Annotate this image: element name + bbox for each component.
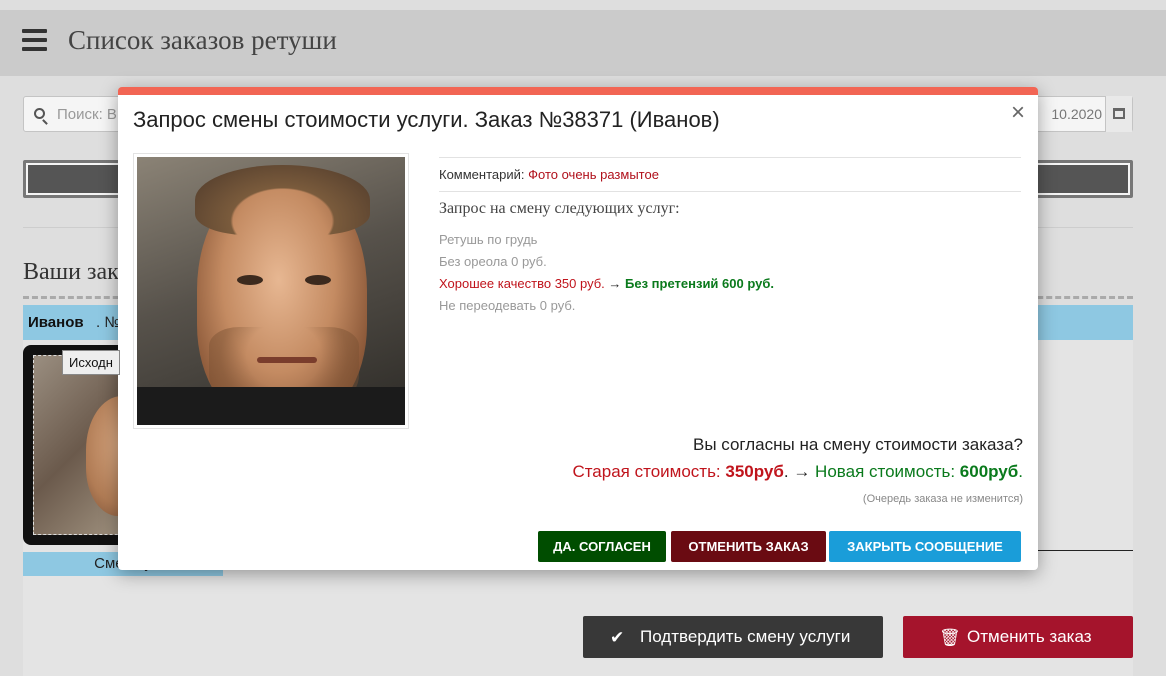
confirm-button-label: Подтвердить смену услуги (640, 627, 851, 646)
new-price-value: 600руб (959, 462, 1019, 481)
comment-label: Комментарий: (439, 167, 525, 182)
agree-button[interactable]: ДА. СОГЛАСЕН (538, 531, 666, 562)
cancel-order-button[interactable]: 🗑 Отменить заказ (903, 616, 1133, 658)
price-change-modal: Запрос смены стоимости услуги. Заказ №38… (118, 87, 1038, 570)
comment-bottom-rule (439, 191, 1021, 192)
search-icon (34, 108, 45, 119)
order-number: . № (96, 314, 121, 331)
customer-name: Иванов (28, 314, 84, 331)
confirm-question: Вы согласны на смену стоимости заказа? (693, 435, 1023, 454)
comment-top-rule (439, 157, 1021, 158)
old-service: Хорошее качество 350 руб. (439, 276, 605, 291)
price-comparison: Старая стоимость: 350руб. → Новая стоимо… (572, 462, 1023, 482)
original-thumbnail[interactable] (23, 345, 133, 545)
cancel-button-label: Отменить заказ (967, 627, 1092, 646)
service-item: Ретушь по грудь (439, 232, 538, 247)
top-strip (0, 0, 1166, 10)
old-price-label: Старая стоимость: (572, 462, 726, 481)
modal-cancel-order-button[interactable]: ОТМЕНИТЬ ЗАКАЗ (671, 531, 826, 562)
portrait-image (137, 157, 405, 425)
new-service: Без претензий 600 руб. (625, 276, 774, 291)
search-input[interactable]: Поиск: В (57, 106, 117, 123)
calendar-icon (1113, 108, 1125, 119)
price-end-dot: . (1018, 462, 1023, 481)
order-photo (133, 153, 409, 429)
arrow: → (604, 276, 626, 291)
close-icon[interactable]: × (1011, 101, 1025, 125)
new-price-label: Новая стоимость: (815, 462, 960, 481)
queue-note: (Очередь заказа не изменится) (862, 493, 1023, 505)
close-message-button[interactable]: ЗАКРЫТЬ СООБЩЕНИЕ (829, 531, 1021, 562)
price-arrow: . → (783, 462, 816, 481)
confirm-service-change-button[interactable]: ✔ Подтвердить смену услуги (583, 616, 883, 658)
thumbnail-label: Исходн (62, 350, 120, 375)
comment-value: Фото очень размытое (528, 167, 659, 182)
trash-icon: 🗑 (939, 628, 961, 647)
section-title: Ваши зак (23, 259, 119, 285)
old-price-value: 350руб (725, 462, 784, 481)
services-title: Запрос на смену следующих услуг: (439, 200, 680, 217)
service-item: Не переодевать 0 руб. (439, 298, 576, 313)
calendar-button[interactable] (1105, 96, 1132, 132)
check-icon: ✔ (610, 628, 625, 647)
service-item: Без ореола 0 руб. (439, 254, 547, 269)
page-header: Список заказов ретуши (0, 10, 1166, 76)
page-title: Список заказов ретуши (68, 25, 337, 55)
service-item-changed: Хорошее качество 350 руб. → Без претензи… (439, 276, 774, 291)
divider-line (1037, 550, 1133, 551)
hamburger-icon[interactable] (22, 29, 47, 51)
date-field[interactable]: 10.2020 (1051, 106, 1102, 122)
comment-line: Комментарий: Фото очень размытое (439, 167, 659, 182)
modal-title: Запрос смены стоимости услуги. Заказ №38… (133, 107, 720, 132)
